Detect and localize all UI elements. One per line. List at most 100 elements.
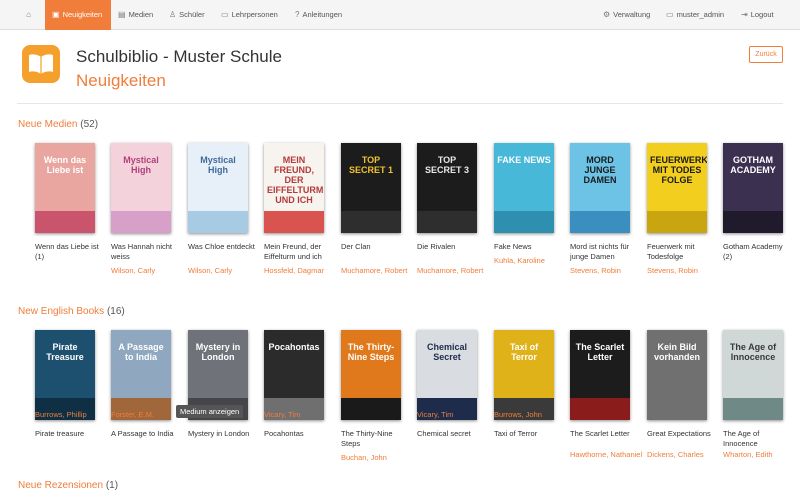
book-author[interactable]: Stevens, Robin: [647, 266, 719, 276]
book-title[interactable]: Gotham Academy (2): [723, 242, 793, 262]
book-title[interactable]: A Passage to India: [111, 429, 181, 439]
cover-band: [188, 211, 248, 233]
cover-text: FAKE NEWS: [497, 155, 551, 165]
cover-text: TOP SECRET 3: [424, 155, 469, 175]
book-author[interactable]: Forster, E.M.: [111, 410, 183, 420]
book-author[interactable]: Hawthorne, Nathaniel: [570, 450, 642, 460]
cover-band: [341, 211, 401, 233]
section-name: Neue Medien: [18, 119, 78, 130]
book-author[interactable]: Burrows, Phillip: [35, 410, 107, 420]
book-title[interactable]: Mein Freund, der Eiffelturm und ich: [264, 242, 334, 262]
book-cover[interactable]: Mystical High: [188, 143, 248, 233]
book-title[interactable]: Der Clan: [341, 242, 411, 252]
book-title[interactable]: Chemical secret: [417, 429, 487, 439]
book-author[interactable]: Kuhla, Karoline: [494, 256, 566, 266]
book-title[interactable]: Pirate treasure: [35, 429, 105, 439]
book-author[interactable]: Wilson, Carly: [111, 266, 183, 276]
book-author[interactable]: Vicary, Tim: [417, 410, 489, 420]
nav-logout[interactable]: ⇥ Logout: [741, 0, 774, 30]
book-cover[interactable]: TOP SECRET 1: [341, 143, 401, 233]
cover-band: [111, 211, 171, 233]
nav-schueler[interactable]: ♙ Schüler: [169, 0, 205, 30]
back-button[interactable]: Zurück: [749, 46, 783, 63]
app-logo: [22, 45, 60, 83]
book-title[interactable]: Mord ist nichts für junge Damen: [570, 242, 640, 262]
book-cover[interactable]: Kein Bild vorhanden: [647, 330, 707, 420]
book-title[interactable]: Die Rivalen: [417, 242, 487, 252]
nav-home[interactable]: ⌂: [18, 0, 42, 30]
nav-lehrpersonen[interactable]: ▭ Lehrpersonen: [221, 0, 278, 30]
book-title[interactable]: The Scarlet Letter: [570, 429, 640, 439]
book-author[interactable]: Burrows, John: [494, 410, 566, 420]
section-count: (16): [106, 306, 125, 317]
book-cover[interactable]: TOP SECRET 3: [417, 143, 477, 233]
user-icon: ♙: [169, 10, 177, 19]
book-cover[interactable]: Pirate Treasure: [35, 330, 95, 420]
book-title[interactable]: The Thirty-Nine Steps: [341, 429, 411, 449]
book-cover[interactable]: Pocahontas: [264, 330, 324, 420]
book-author[interactable]: Hossfeld, Dagmar: [264, 266, 336, 276]
cover-band: [723, 398, 783, 420]
nav-medien[interactable]: ▤ Medien: [118, 0, 153, 30]
book-title[interactable]: Was Hannah nicht weiss: [111, 242, 181, 262]
gear-icon: ⚙: [603, 10, 611, 19]
book-author[interactable]: Vicary, Tim: [264, 410, 336, 420]
book-cover[interactable]: FEUERWERK MIT TODES FOLGE: [647, 143, 707, 233]
book-cover[interactable]: The Thirty-Nine Steps: [341, 330, 401, 420]
section-heading: Neue Rezensionen (1): [18, 480, 118, 491]
divider: [17, 103, 783, 104]
cover-band: [35, 211, 95, 233]
book-title[interactable]: Wenn das Liebe ist (1): [35, 242, 105, 262]
book-cover[interactable]: FAKE NEWS: [494, 143, 554, 233]
nav-anleitungen[interactable]: ? Anleitungen: [295, 0, 342, 30]
cover-band: [723, 211, 783, 233]
home-icon: ⌂: [26, 10, 31, 19]
cover-text: Mystical High: [200, 155, 236, 175]
cover-text: A Passage to India: [118, 342, 164, 362]
book-title[interactable]: Great Expectations: [647, 429, 717, 439]
book-title[interactable]: Feuerwerk mit Todesfolge: [647, 242, 717, 262]
book-title[interactable]: Taxi of Terror: [494, 429, 564, 439]
cover-text: Mystical High: [123, 155, 159, 175]
book-cover[interactable]: The Age of Innocence: [723, 330, 783, 420]
cover-text: FEUERWERK MIT TODES FOLGE: [650, 155, 707, 185]
cover-band: [417, 211, 477, 233]
book-cover[interactable]: MORD JUNGE DAMEN: [570, 143, 630, 233]
book-cover[interactable]: Chemical Secret: [417, 330, 477, 420]
book-cover[interactable]: GOTHAM ACADEMY: [723, 143, 783, 233]
cover-band: [494, 211, 554, 233]
book-author[interactable]: Stevens, Robin: [570, 266, 642, 276]
page-title: Neuigkeiten: [76, 71, 166, 90]
cover-band: [647, 398, 707, 420]
book-cover[interactable]: The Scarlet Letter: [570, 330, 630, 420]
book-author[interactable]: Muchamore, Robert: [341, 266, 413, 276]
book-author[interactable]: Wilson, Carly: [188, 266, 260, 276]
book-title[interactable]: The Age of Innocence: [723, 429, 793, 449]
section-heading: Neue Medien (52): [18, 119, 98, 130]
nav-label: muster_admin: [676, 10, 725, 19]
cover-text: MORD JUNGE DAMEN: [583, 155, 617, 185]
book-author[interactable]: Wharton, Edith: [723, 450, 795, 460]
book-title[interactable]: Fake News: [494, 242, 564, 252]
book-title[interactable]: Mystery in London: [188, 429, 258, 439]
book-cover[interactable]: Wenn das Liebe ist: [35, 143, 95, 233]
cover-text: TOP SECRET 1: [348, 155, 393, 175]
book-cover[interactable]: Mystical High: [111, 143, 171, 233]
book-cover[interactable]: MEIN FREUND, DER EIFFELTURM UND ICH: [264, 143, 324, 233]
book-title[interactable]: Was Chloe entdeckt: [188, 242, 258, 252]
nav-user[interactable]: ▭ muster_admin: [666, 0, 724, 30]
cover-text: MEIN FREUND, DER EIFFELTURM UND ICH: [267, 155, 324, 205]
book-author[interactable]: Buchan, John: [341, 453, 413, 463]
id-card-icon: ▭: [221, 10, 229, 19]
cover-text: Chemical Secret: [426, 342, 468, 362]
book-cover[interactable]: A Passage to India: [111, 330, 171, 420]
book-cover[interactable]: Taxi of Terror: [494, 330, 554, 420]
book-author[interactable]: Muchamore, Robert: [417, 266, 489, 276]
nav-label: Verwaltung: [613, 10, 651, 19]
cover-text: Kein Bild vorhanden: [653, 342, 700, 362]
book-author[interactable]: Dickens, Charles: [647, 450, 719, 460]
book-title[interactable]: Pocahontas: [264, 429, 334, 439]
cover-text: GOTHAM ACADEMY: [730, 155, 776, 175]
nav-neuigkeiten[interactable]: ▣ Neuigkeiten: [45, 0, 111, 30]
nav-verwaltung[interactable]: ⚙ Verwaltung: [603, 0, 650, 30]
